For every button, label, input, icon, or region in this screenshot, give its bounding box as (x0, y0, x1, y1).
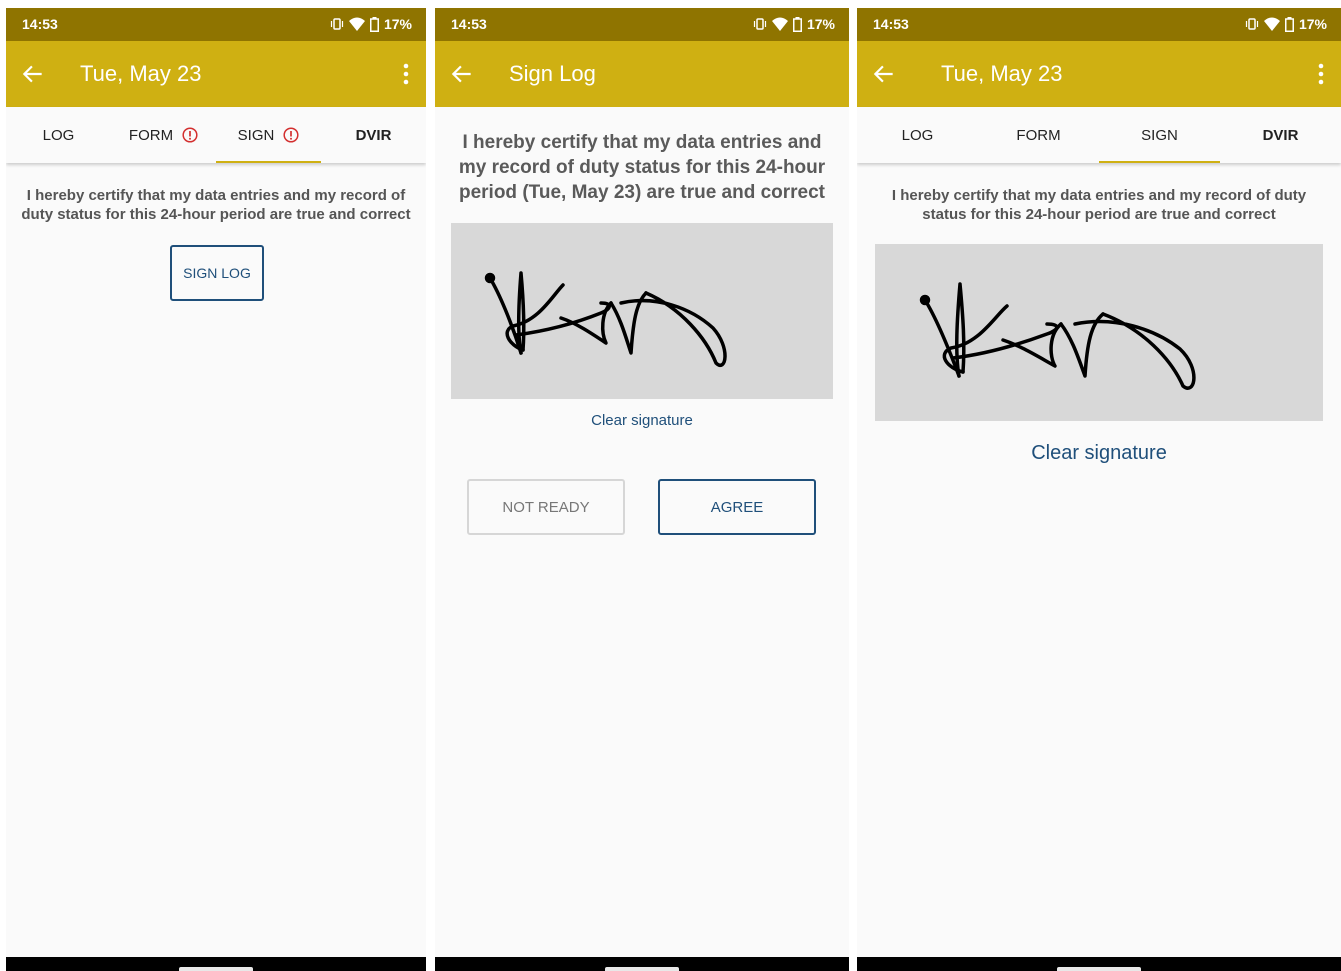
tab-dvir[interactable]: DVIR (1220, 107, 1341, 163)
page-title: Tue, May 23 (80, 61, 202, 86)
tab-bar: LOG FORM SIGN DVIR (857, 107, 1341, 163)
screen-log-signed: 14:53 17% Tue, May 23 LOG FORM SIGN DVIR… (857, 8, 1341, 971)
signature-drawing (919, 282, 1196, 390)
not-ready-button[interactable]: NOT READY (467, 479, 625, 535)
screen-log-sign-tab: 14:53 17% Tue, May 23 LOG FORM SIGN DVIR… (6, 8, 426, 971)
vibrate-icon (330, 18, 344, 30)
tab-log[interactable]: LOG (857, 107, 978, 163)
nav-bar (435, 957, 849, 971)
certify-text: I hereby certify that my data entries an… (458, 132, 826, 203)
signature-drawing (484, 271, 727, 367)
page-title: Tue, May 23 (941, 61, 1063, 86)
more-vert-icon[interactable] (1313, 61, 1329, 87)
battery-percent: 17% (1298, 16, 1327, 32)
wifi-icon (1263, 17, 1280, 31)
status-time: 14:53 (22, 16, 58, 32)
tab-form[interactable]: FORM (978, 107, 1099, 163)
tab-log[interactable]: LOG (6, 107, 111, 163)
alert-icon (182, 127, 198, 143)
home-handle[interactable] (1057, 967, 1141, 971)
page-title: Sign Log (509, 61, 596, 86)
alert-icon (283, 127, 299, 143)
status-bar: 14:53 17% (6, 8, 426, 41)
clear-signature-link[interactable]: Clear signature (857, 442, 1341, 465)
clear-signature-link[interactable]: Clear signature (435, 412, 849, 429)
app-bar: Tue, May 23 (857, 41, 1341, 107)
back-arrow-icon[interactable] (20, 61, 46, 87)
tab-sign[interactable]: SIGN (1099, 107, 1220, 163)
status-time: 14:53 (451, 16, 487, 32)
vibrate-icon (753, 18, 767, 30)
battery-percent: 17% (806, 16, 835, 32)
back-arrow-icon[interactable] (871, 61, 897, 87)
wifi-icon (348, 17, 365, 31)
app-bar: Tue, May 23 (6, 41, 426, 107)
app-bar: Sign Log (435, 41, 849, 107)
screen-sign-log: 14:53 17% Sign Log I hereby certify that… (435, 8, 849, 971)
signature-pad[interactable] (451, 223, 833, 399)
tab-form[interactable]: FORM (111, 107, 216, 163)
sign-log-button[interactable]: SIGN LOG (170, 245, 264, 301)
certify-text: I hereby certify that my data entries an… (21, 187, 411, 223)
home-handle[interactable] (179, 967, 253, 971)
nav-bar (6, 957, 426, 971)
nav-bar (857, 957, 1341, 971)
tab-bar: LOG FORM SIGN DVIR (6, 107, 426, 163)
certify-text: I hereby certify that my data entries an… (891, 187, 1307, 223)
tab-sign[interactable]: SIGN (216, 107, 321, 163)
wifi-icon (771, 17, 788, 31)
status-bar: 14:53 17% (435, 8, 849, 41)
more-vert-icon[interactable] (398, 61, 414, 87)
battery-percent: 17% (383, 16, 412, 32)
status-time: 14:53 (873, 16, 909, 32)
tab-dvir[interactable]: DVIR (321, 107, 426, 163)
home-handle[interactable] (605, 967, 679, 971)
battery-icon (792, 16, 802, 32)
agree-button[interactable]: AGREE (658, 479, 816, 535)
back-arrow-icon[interactable] (449, 61, 475, 87)
battery-icon (1284, 16, 1294, 32)
signature-pad[interactable] (875, 244, 1323, 421)
status-bar: 14:53 17% (857, 8, 1341, 41)
battery-icon (369, 16, 379, 32)
vibrate-icon (1245, 18, 1259, 30)
